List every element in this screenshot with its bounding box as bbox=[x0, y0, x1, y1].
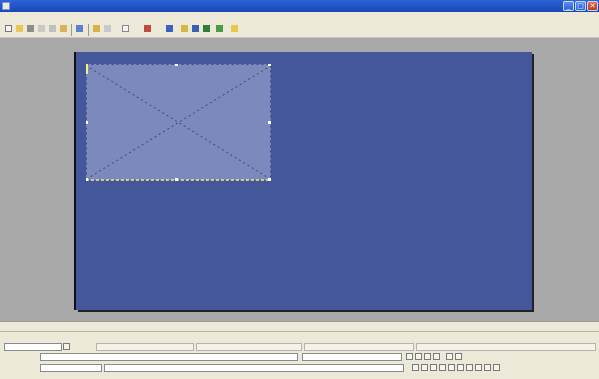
properties-panel bbox=[0, 321, 599, 379]
property-field-g[interactable] bbox=[40, 364, 102, 372]
justify-button[interactable] bbox=[433, 353, 440, 360]
copy-icon[interactable] bbox=[48, 24, 57, 35]
property-field-b[interactable] bbox=[196, 343, 302, 351]
property-field-e[interactable] bbox=[40, 353, 298, 361]
title-bar: _ □ ✕ bbox=[0, 0, 599, 12]
format-button-7[interactable] bbox=[466, 364, 473, 371]
property-field-f[interactable] bbox=[302, 353, 402, 361]
close-button[interactable]: ✕ bbox=[587, 1, 598, 11]
save-icon[interactable] bbox=[26, 24, 35, 35]
property-row-3 bbox=[0, 364, 599, 373]
minimize-button[interactable]: _ bbox=[563, 1, 574, 11]
italic-button[interactable] bbox=[455, 353, 462, 360]
format-button-3[interactable] bbox=[430, 364, 437, 371]
instance-name-field[interactable] bbox=[4, 343, 62, 351]
format-button-10[interactable] bbox=[493, 364, 500, 371]
format-button-6[interactable] bbox=[457, 364, 464, 371]
maximize-button[interactable]: □ bbox=[575, 1, 586, 11]
layout-icon[interactable] bbox=[103, 24, 112, 35]
toolbar-separator bbox=[71, 24, 72, 36]
shape-icon[interactable] bbox=[202, 24, 211, 35]
pointer-tool-icon[interactable] bbox=[75, 24, 84, 35]
toolbar bbox=[0, 22, 599, 38]
open-icon[interactable] bbox=[15, 24, 24, 35]
toolbar-separator bbox=[88, 24, 89, 36]
bold-button[interactable] bbox=[446, 353, 453, 360]
insert-image-icon[interactable] bbox=[121, 24, 130, 35]
property-field-a[interactable] bbox=[96, 343, 194, 351]
text-tool-icon[interactable] bbox=[92, 24, 101, 35]
menu-bar bbox=[0, 12, 599, 22]
new-icon[interactable] bbox=[4, 24, 13, 35]
format-button-5[interactable] bbox=[448, 364, 455, 371]
format-button-1[interactable] bbox=[412, 364, 419, 371]
property-field-h[interactable] bbox=[104, 364, 404, 372]
format-button-4[interactable] bbox=[439, 364, 446, 371]
table-icon[interactable] bbox=[165, 24, 174, 35]
lightbulb-icon[interactable] bbox=[230, 24, 239, 35]
chart-icon[interactable] bbox=[143, 24, 152, 35]
swap-button[interactable] bbox=[63, 343, 70, 350]
align-center-button[interactable] bbox=[415, 353, 422, 360]
panel-divider bbox=[0, 331, 599, 332]
property-field-c[interactable] bbox=[304, 343, 414, 351]
align-left-button[interactable] bbox=[406, 353, 413, 360]
property-field-d[interactable] bbox=[416, 343, 596, 351]
format-button-9[interactable] bbox=[484, 364, 491, 371]
property-row-2 bbox=[0, 353, 599, 362]
paste-icon[interactable] bbox=[59, 24, 68, 35]
placeholder-cross bbox=[86, 64, 271, 181]
app-icon bbox=[2, 2, 10, 10]
format-button-8[interactable] bbox=[475, 364, 482, 371]
cut-icon[interactable] bbox=[37, 24, 46, 35]
format-button-2[interactable] bbox=[421, 364, 428, 371]
link-icon[interactable] bbox=[215, 24, 224, 35]
sound-icon[interactable] bbox=[191, 24, 200, 35]
movie-icon[interactable] bbox=[180, 24, 189, 35]
align-right-button[interactable] bbox=[424, 353, 431, 360]
image-placeholder[interactable] bbox=[86, 64, 271, 181]
property-row-1 bbox=[0, 343, 599, 352]
